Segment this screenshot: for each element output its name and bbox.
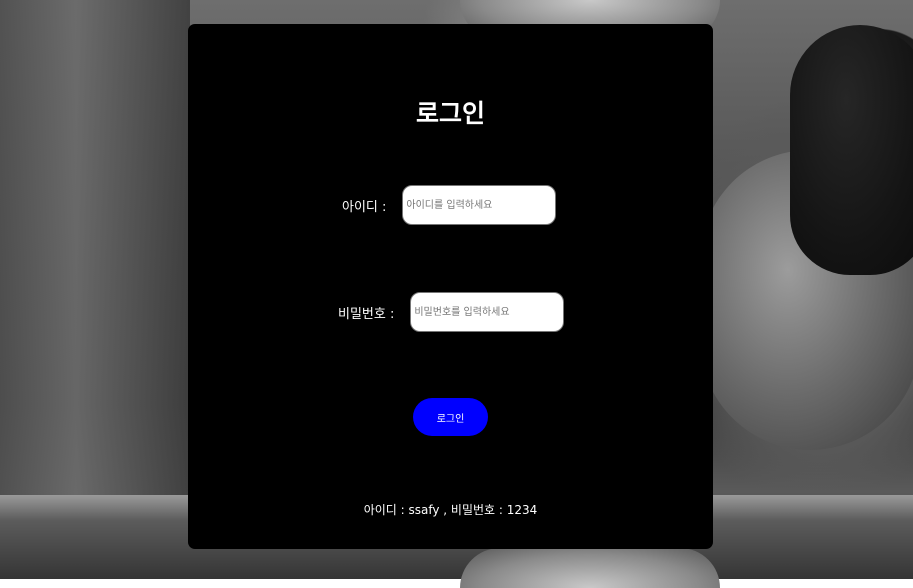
background-head [790, 25, 913, 275]
id-row: 아이디 : [342, 185, 557, 225]
id-input[interactable] [402, 185, 557, 225]
login-button[interactable]: 로그인 [413, 398, 488, 436]
password-row: 비밀번호 : [338, 292, 565, 332]
id-label: 아이디 : [342, 199, 387, 215]
login-card: 로그인 아이디 : 비밀번호 : 로그인 아이디 : ssafy , 비밀번호 … [188, 24, 713, 549]
password-input[interactable] [410, 292, 565, 332]
background-bottom-figure [460, 548, 720, 588]
background-left-shade [0, 0, 190, 495]
page-title: 로그인 [415, 99, 485, 128]
credentials-hint: 아이디 : ssafy , 비밀번호 : 1234 [363, 503, 538, 517]
password-label: 비밀번호 : [338, 306, 395, 322]
